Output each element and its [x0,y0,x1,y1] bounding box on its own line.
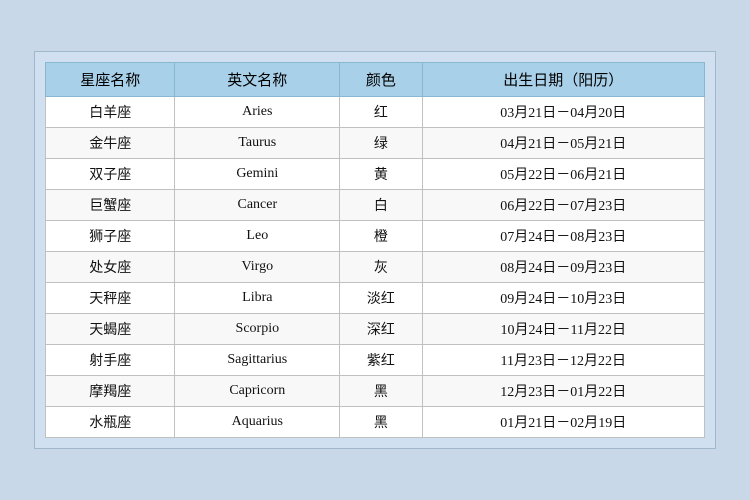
cell-english: Aries [175,97,340,128]
cell-date: 03月21日－04月20日 [422,97,704,128]
cell-english: Cancer [175,190,340,221]
cell-english: Scorpio [175,314,340,345]
header-english: 英文名称 [175,63,340,97]
cell-chinese: 白羊座 [46,97,175,128]
table-row: 金牛座Taurus绿04月21日－05月21日 [46,128,705,159]
cell-chinese: 狮子座 [46,221,175,252]
cell-chinese: 金牛座 [46,128,175,159]
zodiac-table-container: 星座名称 英文名称 颜色 出生日期（阳历） 白羊座Aries红03月21日－04… [34,51,716,449]
cell-color: 黄 [340,159,422,190]
cell-english: Sagittarius [175,345,340,376]
cell-english: Virgo [175,252,340,283]
cell-english: Taurus [175,128,340,159]
cell-color: 红 [340,97,422,128]
table-row: 摩羯座Capricorn黑12月23日－01月22日 [46,376,705,407]
table-row: 射手座Sagittarius紫红11月23日－12月22日 [46,345,705,376]
table-row: 白羊座Aries红03月21日－04月20日 [46,97,705,128]
cell-chinese: 天秤座 [46,283,175,314]
table-row: 水瓶座Aquarius黑01月21日－02月19日 [46,407,705,438]
cell-date: 11月23日－12月22日 [422,345,704,376]
cell-date: 05月22日－06月21日 [422,159,704,190]
cell-date: 01月21日－02月19日 [422,407,704,438]
cell-chinese: 巨蟹座 [46,190,175,221]
cell-chinese: 天蝎座 [46,314,175,345]
cell-color: 绿 [340,128,422,159]
table-row: 狮子座Leo橙07月24日－08月23日 [46,221,705,252]
cell-english: Libra [175,283,340,314]
cell-color: 黑 [340,407,422,438]
cell-date: 06月22日－07月23日 [422,190,704,221]
cell-chinese: 射手座 [46,345,175,376]
cell-chinese: 摩羯座 [46,376,175,407]
cell-date: 09月24日－10月23日 [422,283,704,314]
table-row: 处女座Virgo灰08月24日－09月23日 [46,252,705,283]
cell-color: 淡红 [340,283,422,314]
header-chinese: 星座名称 [46,63,175,97]
cell-date: 04月21日－05月21日 [422,128,704,159]
cell-color: 白 [340,190,422,221]
header-date: 出生日期（阳历） [422,63,704,97]
cell-color: 橙 [340,221,422,252]
cell-english: Gemini [175,159,340,190]
zodiac-table: 星座名称 英文名称 颜色 出生日期（阳历） 白羊座Aries红03月21日－04… [45,62,705,438]
cell-chinese: 水瓶座 [46,407,175,438]
cell-chinese: 双子座 [46,159,175,190]
cell-date: 12月23日－01月22日 [422,376,704,407]
table-row: 天蝎座Scorpio深红10月24日－11月22日 [46,314,705,345]
table-row: 天秤座Libra淡红09月24日－10月23日 [46,283,705,314]
table-row: 双子座Gemini黄05月22日－06月21日 [46,159,705,190]
cell-color: 黑 [340,376,422,407]
cell-color: 深红 [340,314,422,345]
cell-english: Aquarius [175,407,340,438]
cell-english: Leo [175,221,340,252]
cell-chinese: 处女座 [46,252,175,283]
cell-color: 灰 [340,252,422,283]
table-row: 巨蟹座Cancer白06月22日－07月23日 [46,190,705,221]
cell-date: 10月24日－11月22日 [422,314,704,345]
cell-color: 紫红 [340,345,422,376]
cell-date: 07月24日－08月23日 [422,221,704,252]
cell-english: Capricorn [175,376,340,407]
cell-date: 08月24日－09月23日 [422,252,704,283]
header-color: 颜色 [340,63,422,97]
